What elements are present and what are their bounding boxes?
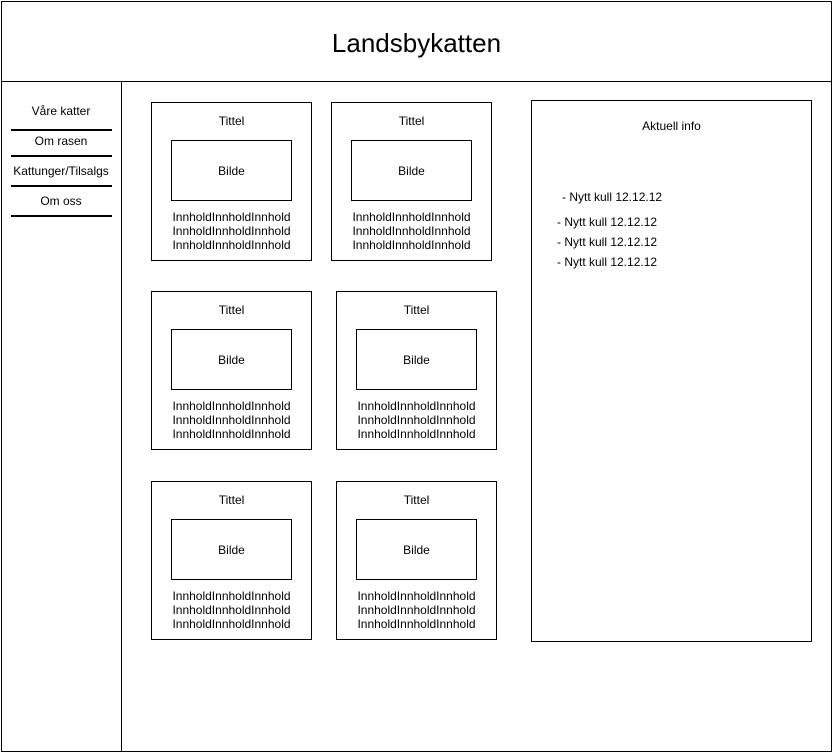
card-title: Tittel bbox=[218, 114, 245, 128]
news-item: - Nytt kull 12.12.12 bbox=[557, 235, 658, 249]
card-content-line: InnholdInnholdInnhold bbox=[172, 210, 291, 224]
card-content-line: InnholdInnholdInnhold bbox=[357, 413, 476, 427]
card-content-line: InnholdInnholdInnhold bbox=[172, 589, 291, 603]
card-title: Tittel bbox=[403, 303, 430, 317]
card-content: InnholdInnholdInnhold InnholdInnholdInnh… bbox=[152, 210, 311, 252]
card-content-line: InnholdInnholdInnhold bbox=[357, 617, 476, 631]
card-image: Bilde bbox=[171, 519, 292, 580]
nav-item-om-rasen[interactable]: Om rasen bbox=[2, 134, 120, 148]
nav-divider bbox=[11, 215, 112, 217]
card-content-line: InnholdInnholdInnhold bbox=[172, 224, 291, 238]
nav-divider bbox=[11, 185, 112, 187]
content-card: Tittel Bilde InnholdInnholdInnhold Innho… bbox=[336, 481, 497, 640]
card-title: Tittel bbox=[218, 303, 245, 317]
nav-divider bbox=[11, 129, 112, 131]
site-title: Landsbykatten bbox=[331, 28, 502, 58]
card-content-line: InnholdInnholdInnhold bbox=[172, 603, 291, 617]
card-content-line: InnholdInnholdInnhold bbox=[357, 589, 476, 603]
content-card: Tittel Bilde InnholdInnholdInnhold Innho… bbox=[151, 481, 312, 640]
card-content-line: InnholdInnholdInnhold bbox=[172, 238, 291, 252]
news-item: - Nytt kull 12.12.12 bbox=[557, 215, 658, 229]
card-content: InnholdInnholdInnhold InnholdInnholdInnh… bbox=[152, 589, 311, 631]
card-image: Bilde bbox=[171, 140, 292, 201]
card-image-label: Bilde bbox=[218, 163, 245, 178]
card-content-line: InnholdInnholdInnhold bbox=[352, 238, 471, 252]
card-content-line: InnholdInnholdInnhold bbox=[352, 210, 471, 224]
card-image: Bilde bbox=[171, 329, 292, 390]
card-image: Bilde bbox=[356, 329, 477, 390]
card-image-label: Bilde bbox=[398, 163, 425, 178]
content-card: Tittel Bilde InnholdInnholdInnhold Innho… bbox=[336, 291, 497, 450]
card-content-line: InnholdInnholdInnhold bbox=[172, 399, 291, 413]
card-image-label: Bilde bbox=[403, 542, 430, 557]
card-content-line: InnholdInnholdInnhold bbox=[352, 224, 471, 238]
card-content: InnholdInnholdInnhold InnholdInnholdInnh… bbox=[337, 399, 496, 441]
card-image: Bilde bbox=[356, 519, 477, 580]
card-image-label: Bilde bbox=[403, 352, 430, 367]
header: Landsbykatten bbox=[1, 1, 832, 82]
nav-item-om-oss[interactable]: Om oss bbox=[2, 194, 120, 208]
card-content-line: InnholdInnholdInnhold bbox=[172, 427, 291, 441]
info-panel-title: Aktuell info bbox=[642, 119, 701, 133]
sidebar bbox=[1, 81, 122, 752]
card-title: Tittel bbox=[403, 493, 430, 507]
card-image-label: Bilde bbox=[218, 352, 245, 367]
content-card: Tittel Bilde InnholdInnholdInnhold Innho… bbox=[151, 102, 312, 261]
card-title: Tittel bbox=[218, 493, 245, 507]
card-content: InnholdInnholdInnhold InnholdInnholdInnh… bbox=[152, 399, 311, 441]
card-content-line: InnholdInnholdInnhold bbox=[172, 617, 291, 631]
info-panel: Aktuell info - Nytt kull 12.12.12 - Nytt… bbox=[531, 100, 812, 642]
content-card: Tittel Bilde InnholdInnholdInnhold Innho… bbox=[331, 102, 492, 261]
card-content-line: InnholdInnholdInnhold bbox=[357, 399, 476, 413]
card-content-line: InnholdInnholdInnhold bbox=[172, 413, 291, 427]
card-content-line: InnholdInnholdInnhold bbox=[357, 427, 476, 441]
card-title: Tittel bbox=[398, 114, 425, 128]
card-image-label: Bilde bbox=[218, 542, 245, 557]
nav-item-vare-katter[interactable]: Våre katter bbox=[2, 104, 120, 118]
card-content: InnholdInnholdInnhold InnholdInnholdInnh… bbox=[332, 210, 491, 252]
content-card: Tittel Bilde InnholdInnholdInnhold Innho… bbox=[151, 291, 312, 450]
card-image: Bilde bbox=[351, 140, 472, 201]
nav-item-kattunger[interactable]: Kattunger/Tilsalgs bbox=[2, 164, 120, 178]
news-item: - Nytt kull 12.12.12 bbox=[562, 190, 663, 204]
card-content: InnholdInnholdInnhold InnholdInnholdInnh… bbox=[337, 589, 496, 631]
news-item: - Nytt kull 12.12.12 bbox=[557, 255, 658, 269]
nav-divider bbox=[11, 155, 112, 157]
card-content-line: InnholdInnholdInnhold bbox=[357, 603, 476, 617]
